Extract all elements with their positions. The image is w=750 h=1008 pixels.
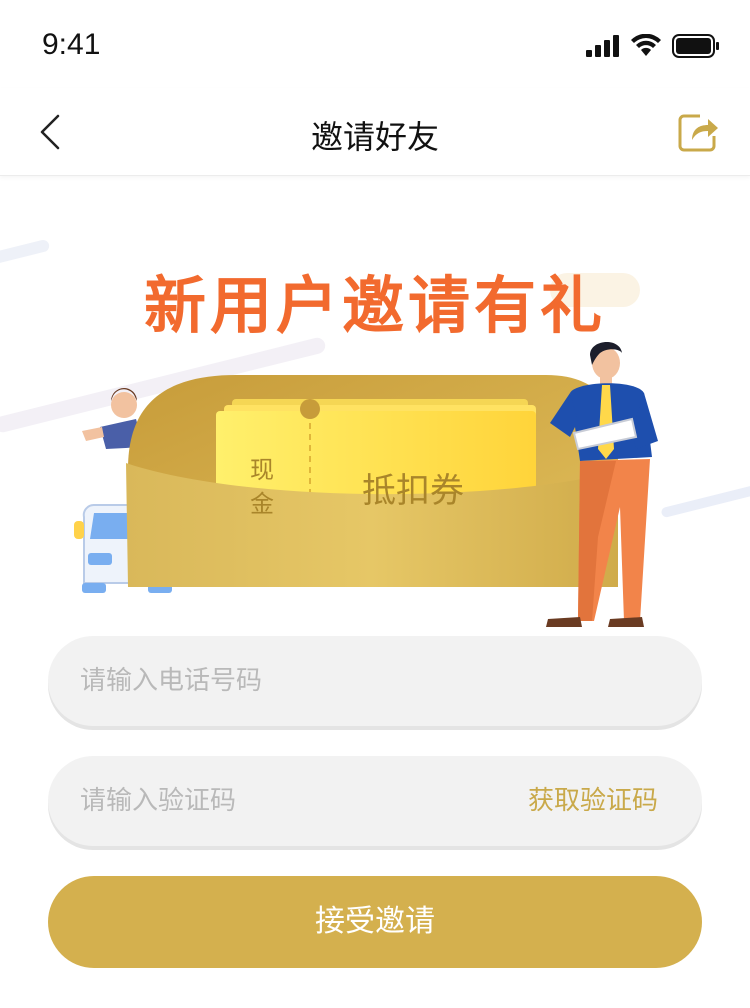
hero-title: 新用户邀请有礼: [143, 269, 606, 342]
hero-banner: 新用户邀请有礼 现 金 抵扣券: [0, 177, 750, 637]
coupon-discount-label: 抵扣券: [362, 471, 464, 511]
man-illustration: [546, 341, 658, 627]
phone-field: [48, 636, 702, 726]
status-bar: 9:41: [0, 0, 750, 88]
coupon-cash-char-2: 金: [250, 490, 274, 518]
verification-code-input[interactable]: [80, 756, 500, 846]
accept-invite-button[interactable]: 接受邀请: [48, 876, 702, 968]
page-title: 邀请好友: [310, 118, 439, 156]
phone-input[interactable]: [80, 636, 500, 726]
share-icon: [678, 114, 718, 152]
share-button[interactable]: [676, 110, 720, 154]
battery-icon: [672, 34, 719, 58]
coupon-cash-label: 现 金: [247, 453, 277, 521]
decor-streak: [660, 481, 750, 519]
code-field: 获取验证码: [48, 756, 702, 846]
status-icons: [586, 32, 720, 60]
coupon-cash-char-1: 现: [250, 456, 274, 484]
nav-bar: 邀请好友: [0, 88, 750, 176]
status-time: 9:41: [42, 28, 101, 61]
wifi-icon: [631, 34, 661, 56]
get-code-button[interactable]: 获取验证码: [528, 756, 658, 846]
signal-icon: [586, 35, 619, 57]
